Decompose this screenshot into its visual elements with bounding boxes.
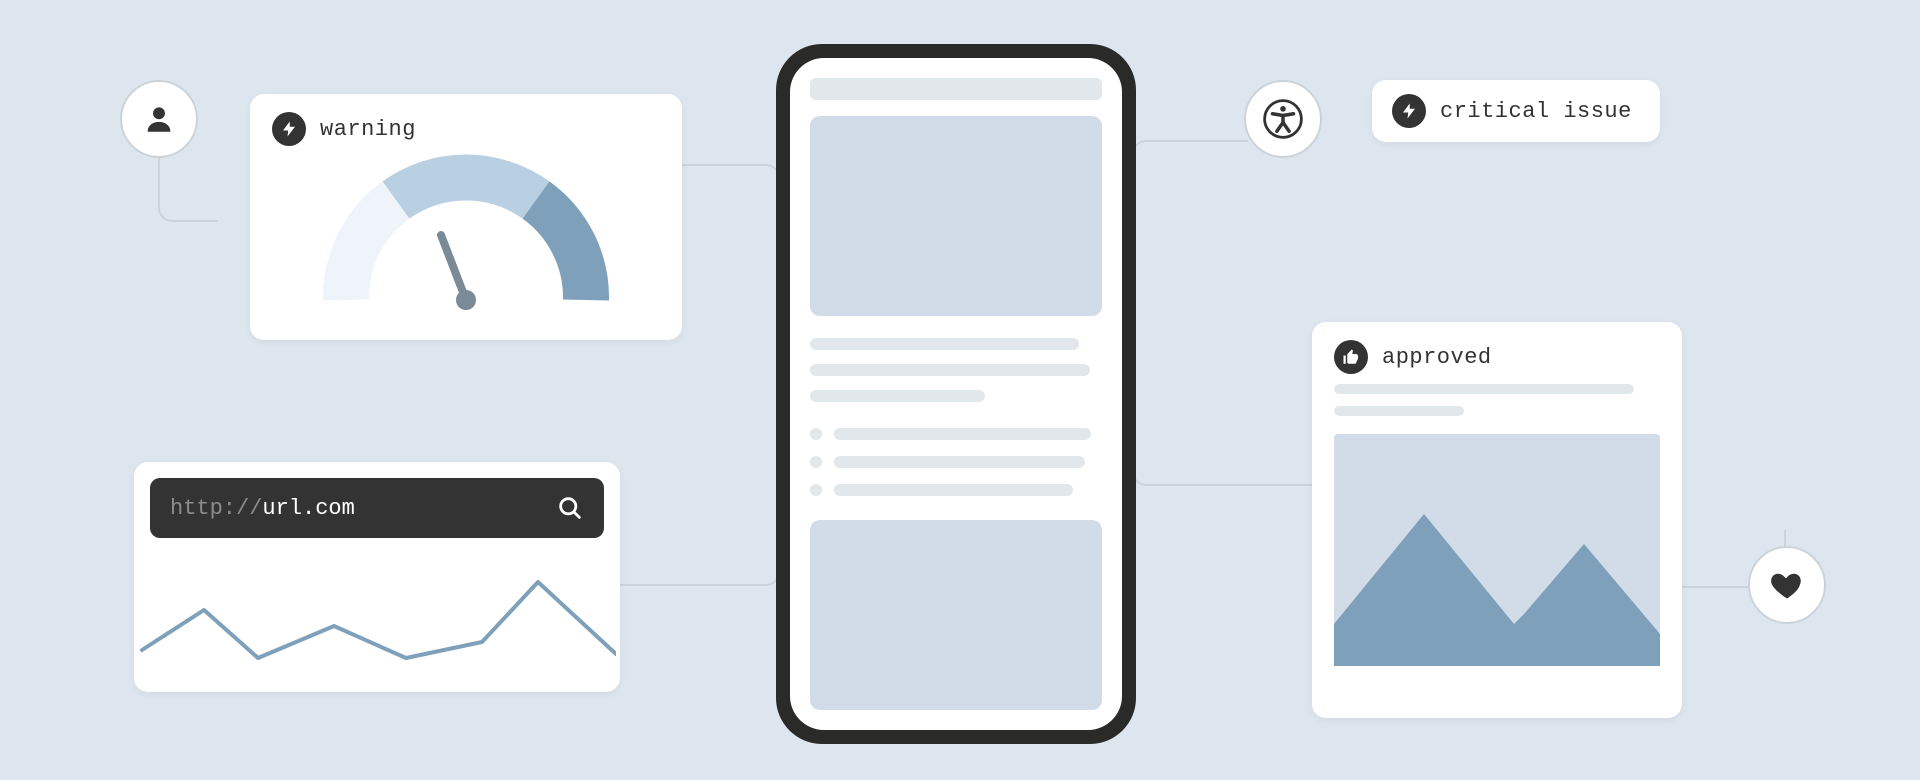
approved-card: approved bbox=[1312, 322, 1682, 718]
url-text: http://url.com bbox=[170, 496, 355, 521]
phone-mockup bbox=[776, 44, 1136, 744]
approved-label: approved bbox=[1382, 345, 1492, 370]
critical-issue-label: critical issue bbox=[1440, 99, 1632, 124]
phone-screen bbox=[790, 58, 1122, 730]
warning-label: warning bbox=[320, 117, 416, 142]
phone-list-item bbox=[810, 428, 1102, 440]
sparkline-chart-icon bbox=[134, 554, 620, 683]
accessibility-icon bbox=[1262, 98, 1304, 140]
image-placeholder-icon bbox=[1334, 434, 1660, 671]
gauge-icon bbox=[250, 150, 682, 340]
url-input[interactable]: http://url.com bbox=[150, 478, 604, 538]
accessibility-badge bbox=[1244, 80, 1322, 158]
user-icon bbox=[142, 102, 176, 136]
search-icon[interactable] bbox=[556, 494, 584, 522]
approved-text-lines bbox=[1312, 384, 1682, 416]
phone-list-item bbox=[810, 484, 1102, 496]
heart-icon bbox=[1769, 567, 1805, 603]
heart-badge bbox=[1748, 546, 1826, 624]
connector-warning-to-phone bbox=[680, 164, 780, 216]
phone-hero-block bbox=[810, 116, 1102, 316]
phone-list-item bbox=[810, 456, 1102, 468]
connector-user-to-warning bbox=[158, 152, 218, 222]
thumbs-up-icon bbox=[1334, 340, 1368, 374]
connector-url-to-phone bbox=[618, 534, 780, 586]
user-badge bbox=[120, 80, 198, 158]
phone-text-line bbox=[810, 390, 985, 402]
phone-header-bar bbox=[810, 78, 1102, 100]
critical-issue-card: critical issue bbox=[1372, 80, 1660, 142]
phone-footer-block bbox=[810, 520, 1102, 710]
warning-card: warning bbox=[250, 94, 682, 340]
bolt-icon bbox=[272, 112, 306, 146]
connector-phone-to-approved bbox=[1132, 430, 1312, 486]
phone-text-line bbox=[810, 364, 1090, 376]
phone-text-line bbox=[810, 338, 1079, 350]
url-analytics-card: http://url.com bbox=[134, 462, 620, 692]
connector-phone-to-accessibility bbox=[1132, 140, 1248, 220]
bolt-icon bbox=[1392, 94, 1426, 128]
